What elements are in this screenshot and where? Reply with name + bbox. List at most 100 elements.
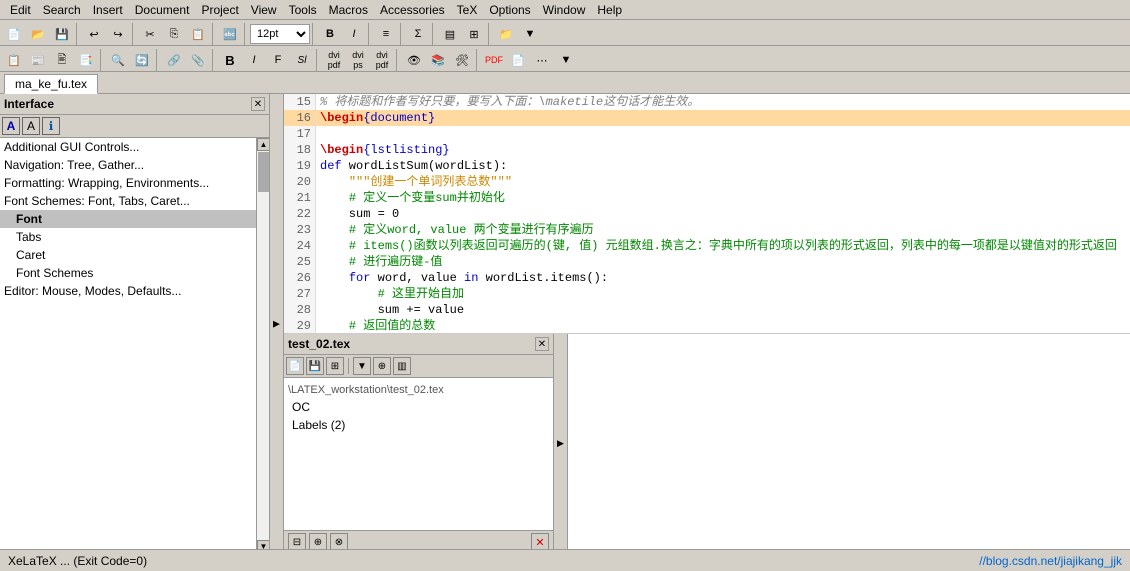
list-button[interactable]: ≡ bbox=[375, 23, 397, 45]
tree-item-fontschemes[interactable]: Font Schemes: Font, Tabs, Caret... bbox=[0, 192, 256, 210]
sigma-button[interactable]: Σ bbox=[407, 23, 429, 45]
bp-icon4[interactable]: ▼ bbox=[353, 357, 371, 375]
more1-button[interactable]: ▤ bbox=[439, 23, 461, 45]
menu-document[interactable]: Document bbox=[129, 2, 196, 18]
panel-icon-a2[interactable]: A bbox=[22, 117, 40, 135]
redo-button[interactable]: ↪ bbox=[107, 23, 129, 45]
view4-button[interactable]: 📑 bbox=[75, 49, 97, 71]
menu-help[interactable]: Help bbox=[591, 2, 628, 18]
bottom-editor-area bbox=[568, 334, 1130, 553]
scroll-thumb[interactable] bbox=[258, 152, 269, 192]
menu-accessories[interactable]: Accessories bbox=[374, 2, 451, 18]
bottom-divider[interactable]: ▶ bbox=[554, 334, 568, 553]
panel-icon-a[interactable]: A bbox=[2, 117, 20, 135]
cut-button[interactable]: ✂ bbox=[139, 23, 161, 45]
bp-icon2[interactable]: 💾 bbox=[306, 357, 324, 375]
code-line-19: def wordListSum(wordList): bbox=[316, 158, 1130, 174]
tree-item-caret[interactable]: Caret bbox=[0, 246, 256, 264]
tree-item-tabs[interactable]: Tabs bbox=[0, 228, 256, 246]
dvi2-button[interactable]: dvips bbox=[347, 49, 369, 71]
tab-makefutex[interactable]: ma_ke_fu.tex bbox=[4, 74, 98, 94]
search2-button[interactable]: 🔍 bbox=[107, 49, 129, 71]
dvi3-button[interactable]: dvipdf bbox=[371, 49, 393, 71]
spell-button[interactable]: 🔤 bbox=[219, 23, 241, 45]
pdf2-btn[interactable]: PDF bbox=[483, 49, 505, 71]
f-button[interactable]: F bbox=[267, 49, 289, 71]
code-line-15: % 将标题和作者写好只要，要写入下面：\maketile这句话才能生效。 bbox=[316, 94, 1130, 110]
more2-button[interactable]: ⊞ bbox=[463, 23, 485, 45]
view1-button[interactable]: 📋 bbox=[3, 49, 25, 71]
bp-icon1[interactable]: 📄 bbox=[286, 357, 304, 375]
dropdown2-btn[interactable]: ▼ bbox=[555, 49, 577, 71]
open-button[interactable]: 📂 bbox=[27, 23, 49, 45]
italic-button[interactable]: I bbox=[343, 23, 365, 45]
bib-btn[interactable]: 📚 bbox=[427, 49, 449, 71]
menu-search[interactable]: Search bbox=[37, 2, 87, 18]
tree-item-fontschemes2[interactable]: Font Schemes bbox=[0, 264, 256, 282]
more3-btn[interactable]: ⋯ bbox=[531, 49, 553, 71]
bottom-panel-close-btn[interactable]: ✕ bbox=[535, 337, 549, 351]
bp-icon3[interactable]: ⊞ bbox=[326, 357, 344, 375]
tree-item-formatting[interactable]: Formatting: Wrapping, Environments... bbox=[0, 174, 256, 192]
code-line-16: \begin{document} bbox=[316, 110, 1130, 126]
bottom-right-section: test_02.tex ✕ 📄 💾 ⊞ ▼ ⊕ ▥ bbox=[284, 333, 1130, 553]
copy-button[interactable]: ⎘ bbox=[163, 23, 185, 45]
bold2-button[interactable]: B bbox=[219, 49, 241, 71]
scroll-up-btn[interactable]: ▲ bbox=[257, 138, 269, 151]
menu-window[interactable]: Window bbox=[537, 2, 592, 18]
code-editor[interactable]: % 将标题和作者写好只要，要写入下面：\maketile这句话才能生效。 \be… bbox=[316, 94, 1130, 333]
menu-view[interactable]: View bbox=[245, 2, 283, 18]
panel-divider[interactable]: ▶ bbox=[270, 94, 284, 553]
panel-close-button[interactable]: ✕ bbox=[251, 97, 265, 111]
panel-icon-info[interactable]: ℹ bbox=[42, 117, 60, 135]
app-window: Edit Search Insert Document Project View… bbox=[0, 0, 1130, 571]
view-btn[interactable]: 👁 bbox=[403, 49, 425, 71]
bold-button[interactable]: B bbox=[319, 23, 341, 45]
linenum-19: 19 bbox=[284, 158, 315, 174]
replace-button[interactable]: 🔄 bbox=[131, 49, 153, 71]
panel-title: Interface bbox=[4, 97, 54, 111]
make-btn[interactable]: 🛠 bbox=[451, 49, 473, 71]
dropdown-button[interactable]: ▼ bbox=[519, 23, 541, 45]
menu-tools[interactable]: Tools bbox=[283, 2, 323, 18]
linenum-15: 15 bbox=[284, 94, 315, 110]
code-line-25: # 进行遍历键-值 bbox=[316, 254, 1130, 270]
tree-item-navigation[interactable]: Navigation: Tree, Gather... bbox=[0, 156, 256, 174]
bp-item-labels[interactable]: Labels (2) bbox=[288, 416, 549, 434]
bp-icon5[interactable]: ⊕ bbox=[373, 357, 391, 375]
save-button[interactable]: 💾 bbox=[51, 23, 73, 45]
sl-button[interactable]: Sl bbox=[291, 49, 313, 71]
bp-icon6[interactable]: ▥ bbox=[393, 357, 411, 375]
folder2-button[interactable]: 📁 bbox=[495, 23, 517, 45]
menu-macros[interactable]: Macros bbox=[323, 2, 374, 18]
tree-panel-content: Additional GUI Controls... Navigation: T… bbox=[0, 138, 269, 553]
ref1-button[interactable]: 🔗 bbox=[163, 49, 185, 71]
bp-item-oc[interactable]: OC bbox=[288, 398, 549, 416]
sep10 bbox=[100, 49, 104, 71]
view3-button[interactable]: 🖹 bbox=[51, 49, 73, 71]
line-numbers: 15 16 17 18 19 20 21 22 23 24 25 26 27 2… bbox=[284, 94, 316, 333]
paste-button[interactable]: 📋 bbox=[187, 23, 209, 45]
dvi1-button[interactable]: dvipdf bbox=[323, 49, 345, 71]
toolbar-row1: 📄 📂 💾 ↩ ↪ ✂ ⎘ 📋 🔤 12pt10pt11pt B I ≡ Σ ▤… bbox=[0, 20, 1130, 46]
ref2-button[interactable]: 📎 bbox=[187, 49, 209, 71]
tree-item-font[interactable]: Font bbox=[0, 210, 256, 228]
code-line-26: for word, value in wordList.items(): bbox=[316, 270, 1130, 286]
sep1 bbox=[76, 23, 80, 45]
tabbar: ma_ke_fu.tex bbox=[0, 72, 1130, 94]
pdf3-btn[interactable]: 📄 bbox=[507, 49, 529, 71]
menu-project[interactable]: Project bbox=[195, 2, 244, 18]
sep15 bbox=[476, 49, 480, 71]
undo-button[interactable]: ↩ bbox=[83, 23, 105, 45]
menu-tex[interactable]: TeX bbox=[451, 2, 484, 18]
tree-item-editor[interactable]: Editor: Mouse, Modes, Defaults... bbox=[0, 282, 256, 300]
menu-edit[interactable]: Edit bbox=[4, 2, 37, 18]
menu-options[interactable]: Options bbox=[483, 2, 536, 18]
new-button[interactable]: 📄 bbox=[3, 23, 25, 45]
menu-insert[interactable]: Insert bbox=[87, 2, 129, 18]
view2-button[interactable]: 📰 bbox=[27, 49, 49, 71]
tree-item-additional[interactable]: Additional GUI Controls... bbox=[0, 138, 256, 156]
font-size-combo[interactable]: 12pt10pt11pt bbox=[250, 24, 310, 44]
sep9 bbox=[488, 23, 492, 45]
italic2-button[interactable]: I bbox=[243, 49, 265, 71]
